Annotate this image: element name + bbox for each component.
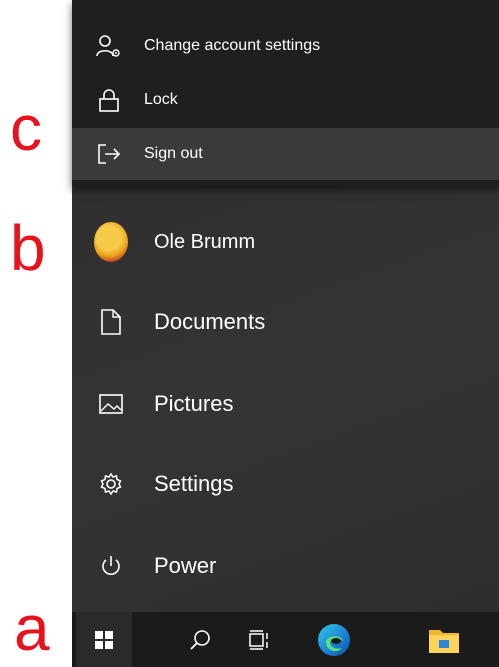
documents-label: Documents [154,309,266,334]
power-label: Power [154,553,217,578]
pictures-label: Pictures [154,391,234,416]
user-name-label: Ole Brumm [154,230,256,253]
documents-button[interactable]: Documents [72,290,499,354]
annotation-label-b: b [10,212,46,284]
sign-out-label: Sign out [144,145,203,162]
edge-icon [317,623,351,657]
search-button[interactable] [172,612,228,667]
power-icon [94,554,128,578]
file-explorer-icon [428,626,460,654]
file-explorer-button[interactable] [416,612,472,667]
search-icon [189,629,211,651]
sign-out-icon [94,143,124,165]
start-button[interactable] [76,612,132,667]
lock-item[interactable]: Lock [72,74,499,126]
document-icon [94,309,128,335]
power-button[interactable]: Power [72,534,499,598]
user-account-button[interactable]: Ole Brumm [72,210,499,274]
pictures-button[interactable]: Pictures [72,372,499,436]
windows-start-icon [95,630,113,649]
lock-label: Lock [144,91,178,108]
annotation-label-c: c [10,92,42,164]
lock-icon [94,88,124,112]
edge-button[interactable] [306,612,362,667]
change-account-settings-label: Change account settings [144,37,321,54]
taskbar [72,612,499,667]
settings-button[interactable]: Settings [72,452,499,516]
settings-label: Settings [154,471,234,496]
gear-icon [94,472,128,496]
pictures-icon [94,394,128,414]
account-flyout: Change account settings Lock Sign out [72,0,499,186]
task-view-button[interactable] [232,612,288,667]
change-account-settings-item[interactable]: Change account settings [72,20,499,72]
annotation-label-a: a [14,592,50,664]
sign-out-item[interactable]: Sign out [72,128,499,180]
task-view-icon [249,629,271,650]
account-settings-icon [94,34,124,58]
avatar [94,222,128,262]
